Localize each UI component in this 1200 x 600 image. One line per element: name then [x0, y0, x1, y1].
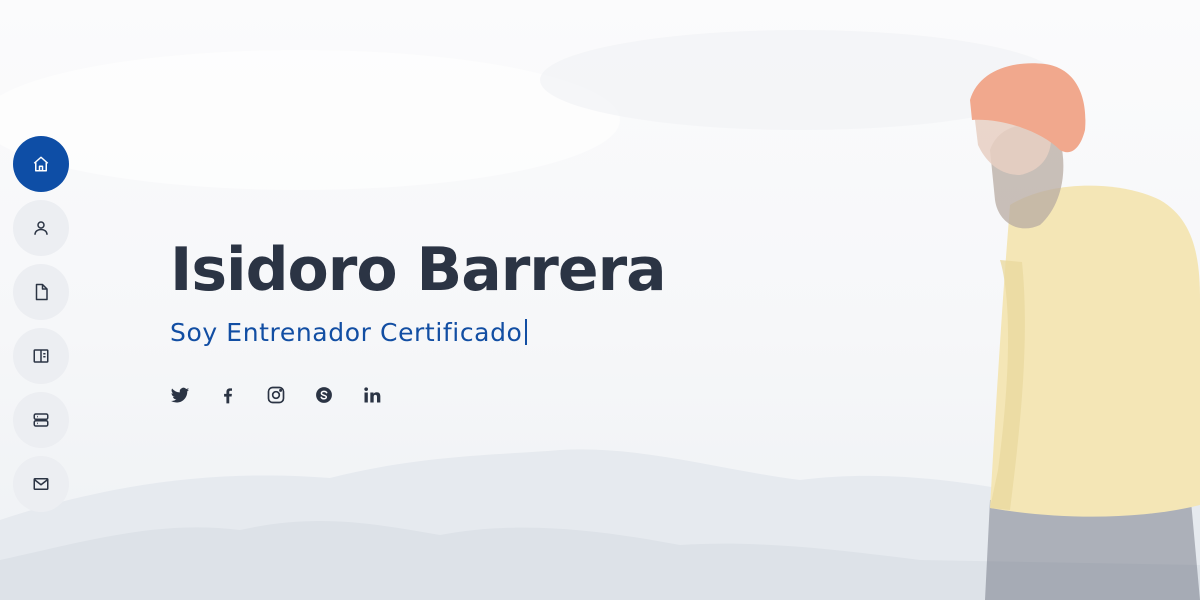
hero-tagline-text: Soy Entrenador Certificado — [170, 318, 523, 347]
nav-services-button[interactable] — [13, 392, 69, 448]
book-icon — [33, 349, 49, 363]
nav-about-button[interactable] — [13, 200, 69, 256]
nav-portfolio-button[interactable] — [13, 328, 69, 384]
facebook-icon — [224, 388, 232, 404]
hero-tagline: Soy Entrenador Certificado — [170, 318, 666, 347]
intro-block: Isidoro Barrera Soy Entrenador Certifica… — [170, 232, 667, 347]
social-links — [170, 383, 382, 407]
nav-resume-button[interactable] — [13, 264, 69, 320]
server-icon — [33, 413, 49, 427]
twitter-icon — [170, 387, 190, 403]
typing-cursor — [525, 319, 528, 345]
file-icon — [35, 283, 48, 301]
hero-name: Isidoro Barrera — [170, 235, 667, 305]
user-icon — [34, 221, 48, 235]
skype-link[interactable] — [314, 383, 334, 407]
instagram-icon — [267, 386, 285, 404]
skype-icon — [316, 387, 332, 403]
instagram-link[interactable] — [266, 383, 286, 407]
side-navigation — [13, 136, 69, 512]
linkedin-icon — [364, 387, 381, 403]
home-icon — [33, 156, 49, 172]
nav-home-button[interactable] — [13, 136, 69, 192]
mail-icon — [33, 478, 49, 490]
nav-contact-button[interactable] — [13, 456, 69, 512]
facebook-link[interactable] — [218, 383, 238, 407]
linkedin-link[interactable] — [362, 383, 382, 407]
twitter-link[interactable] — [170, 383, 190, 407]
